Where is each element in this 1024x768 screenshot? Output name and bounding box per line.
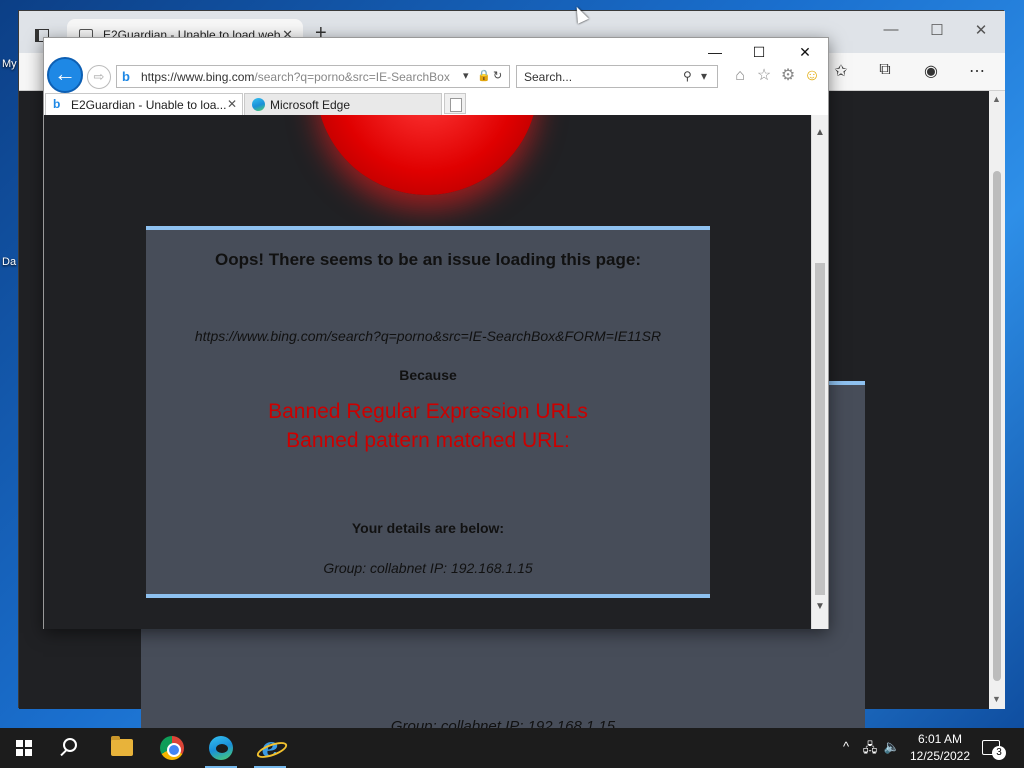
bing-icon: b xyxy=(122,69,130,84)
ie-window: — ☐ ✕ ← ⇨ b https://www.bing.com/search?… xyxy=(43,37,829,629)
scroll-up-icon[interactable]: ▲ xyxy=(815,127,825,138)
folder-icon xyxy=(111,736,133,756)
profile-avatar-icon[interactable]: ◉ xyxy=(919,61,943,83)
desktop-icon-label[interactable]: My xyxy=(2,58,17,70)
tab-e2guardian[interactable]: b E2Guardian - Unable to loa... ✕ xyxy=(45,93,243,115)
edge-button[interactable] xyxy=(197,728,245,768)
search-icon xyxy=(63,738,77,752)
edge-icon xyxy=(209,736,233,760)
scroll-thumb[interactable] xyxy=(815,263,825,595)
maximize-icon[interactable]: ☐ xyxy=(925,21,949,43)
details-heading: Your details are below: xyxy=(351,520,505,536)
tab-label: Microsoft Edge xyxy=(270,98,351,112)
smiley-feedback-icon[interactable]: ☺ xyxy=(802,66,822,86)
page-content: Oops! There seems to be an issue loading… xyxy=(44,115,811,629)
close-icon[interactable]: ✕ xyxy=(969,21,993,43)
more-options-icon[interactable]: ⋯ xyxy=(965,61,989,83)
internet-explorer-icon: e xyxy=(258,734,282,762)
scroll-down-icon[interactable]: ▼ xyxy=(992,694,1001,704)
error-heading: Oops! There seems to be an issue loading… xyxy=(214,250,642,269)
close-icon[interactable]: ✕ xyxy=(790,41,820,63)
back-button[interactable]: ← xyxy=(47,57,83,93)
network-icon[interactable]: 🖧 xyxy=(860,739,880,761)
notification-count: 3 xyxy=(992,746,1006,760)
block-reason: Banned Regular Expression URLs xyxy=(268,400,588,423)
notification-button[interactable]: 3 xyxy=(982,738,1006,760)
start-button[interactable] xyxy=(0,728,48,768)
scroll-up-icon[interactable]: ▲ xyxy=(992,94,1001,104)
user-details: Group: collabnet IP: 192.168.1.15 xyxy=(323,560,533,576)
favorites-icon[interactable]: ✩ xyxy=(829,61,853,83)
tab-label: E2Guardian - Unable to loa... xyxy=(71,98,227,112)
dropdown-icon[interactable]: ▾ xyxy=(463,69,469,82)
desktop-icon-label[interactable]: Da xyxy=(2,256,16,268)
search-button[interactable] xyxy=(48,728,96,768)
dropdown-icon[interactable]: ▾ xyxy=(701,69,707,83)
home-icon[interactable]: ⌂ xyxy=(730,66,750,86)
collections-icon[interactable]: ⧉ xyxy=(873,61,897,83)
bing-icon: b xyxy=(53,97,61,111)
new-tab-button[interactable] xyxy=(444,93,466,114)
favorites-icon[interactable]: ☆ xyxy=(754,66,774,86)
block-reason-detail: Banned pattern matched URL: xyxy=(286,429,570,452)
scroll-down-icon[interactable]: ▼ xyxy=(815,601,825,612)
search-input[interactable]: Search... ⚲ ▾ xyxy=(516,65,718,88)
lock-icon[interactable]: 🔒 xyxy=(477,69,491,82)
refresh-icon[interactable]: ↻ xyxy=(493,69,502,82)
chrome-icon xyxy=(160,736,184,760)
clock-time: 6:01 AM xyxy=(917,732,963,746)
close-icon[interactable]: ✕ xyxy=(227,97,237,111)
chevron-up-icon[interactable]: ^ xyxy=(836,739,856,754)
error-card: Oops! There seems to be an issue loading… xyxy=(146,226,710,598)
chrome-button[interactable] xyxy=(148,728,196,768)
because-label: Because xyxy=(399,367,457,383)
edge-scrollbar[interactable]: ▲ ▼ xyxy=(989,91,1005,709)
address-url: https://www.bing.com/search?q=porno&src=… xyxy=(141,70,450,84)
blocked-url: https://www.bing.com/search?q=porno&src=… xyxy=(194,328,662,344)
search-icon[interactable]: ⚲ xyxy=(683,69,692,83)
maximize-icon[interactable]: ☐ xyxy=(744,41,774,63)
volume-icon[interactable]: 🔈 xyxy=(882,739,902,755)
address-bar[interactable]: b https://www.bing.com/search?q=porno&sr… xyxy=(116,65,510,88)
ie-tab-bar: b E2Guardian - Unable to loa... ✕ Micros… xyxy=(44,93,828,115)
internet-explorer-button[interactable]: e xyxy=(246,728,294,768)
clock-date: 12/25/2022 xyxy=(909,749,971,763)
scroll-thumb[interactable] xyxy=(993,171,1001,681)
minimize-icon[interactable]: — xyxy=(879,21,903,43)
file-explorer-button[interactable] xyxy=(98,728,146,768)
ie-scrollbar[interactable]: ▲ ▼ xyxy=(811,115,828,629)
windows-icon xyxy=(16,740,32,756)
gear-icon[interactable]: ⚙ xyxy=(778,66,798,86)
minimize-icon[interactable]: — xyxy=(700,41,730,63)
taskbar: e ^ 🖧 🔈 6:01 AM 12/25/2022 3 xyxy=(0,728,1024,768)
system-clock[interactable]: 6:01 AM 12/25/2022 xyxy=(906,731,974,765)
e2guardian-logo xyxy=(316,115,538,195)
edge-icon xyxy=(252,98,265,111)
forward-button[interactable]: ⇨ xyxy=(87,65,111,89)
tab-microsoft-edge[interactable]: Microsoft Edge xyxy=(244,93,442,115)
